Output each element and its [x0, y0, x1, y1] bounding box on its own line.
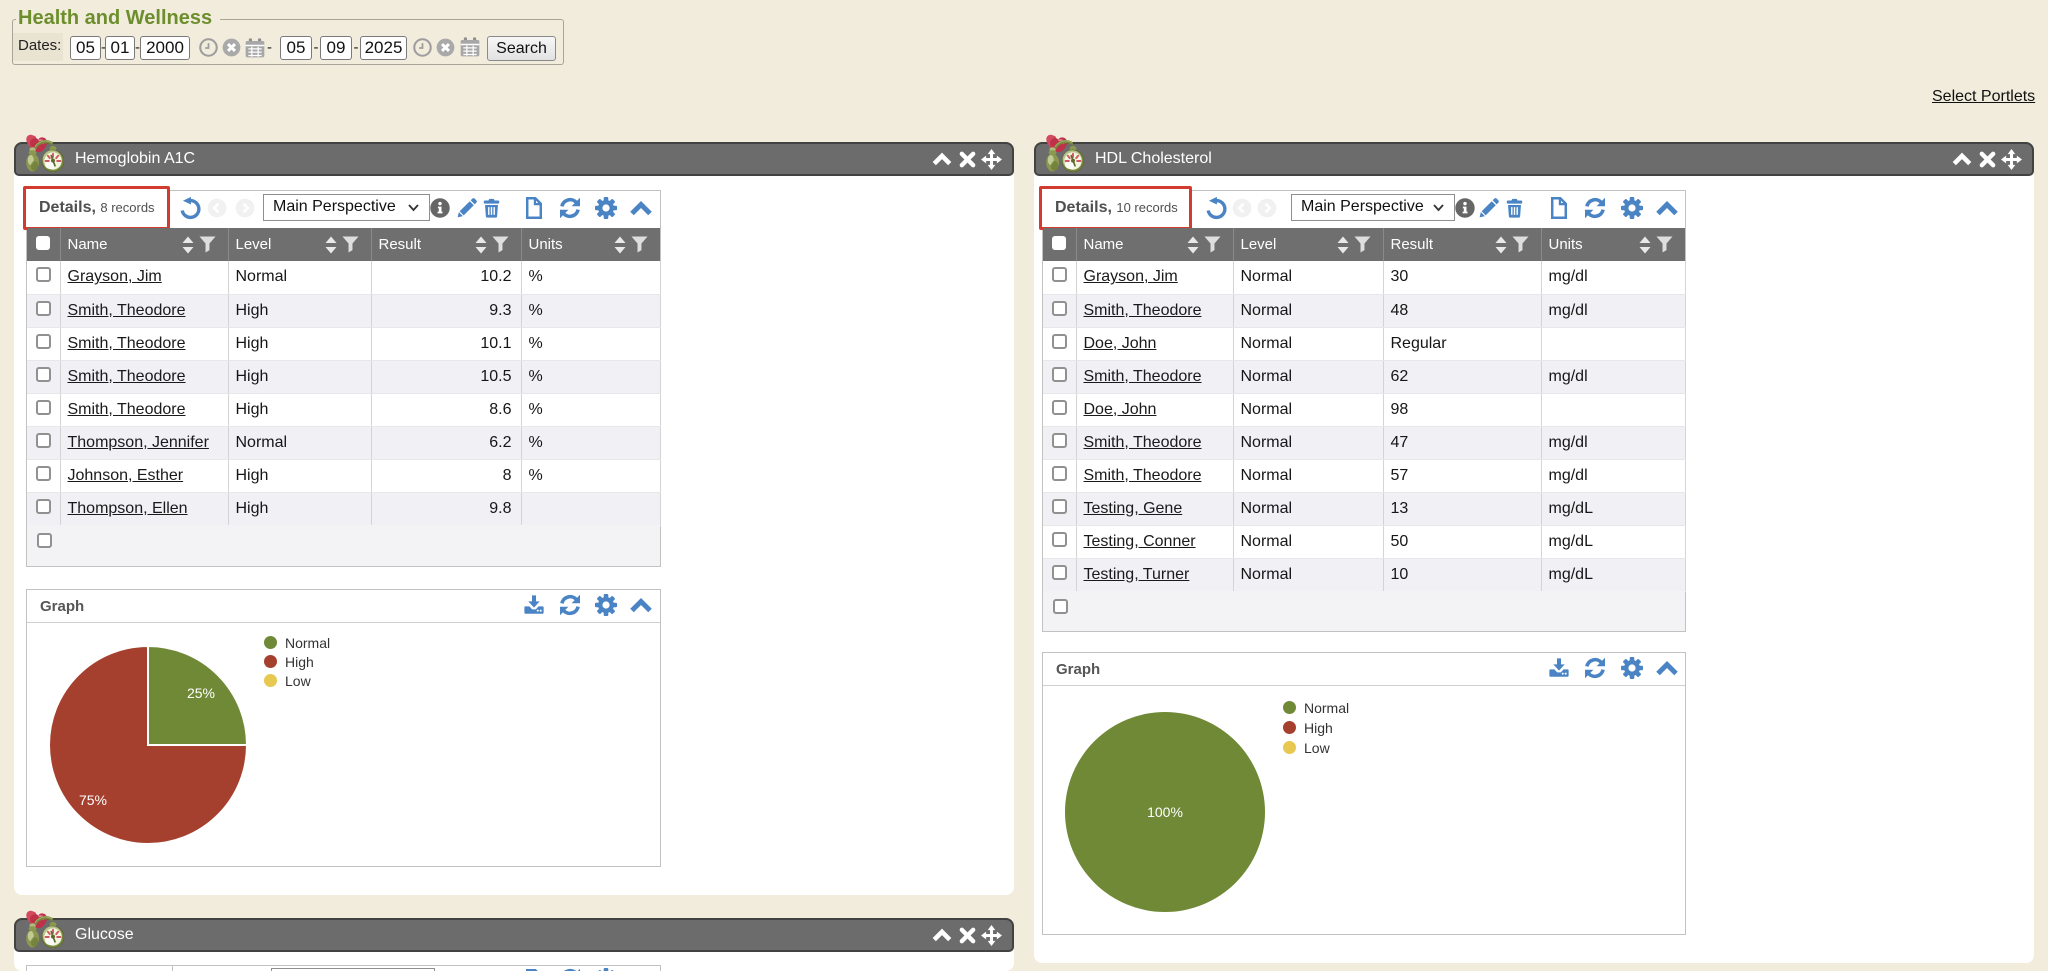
svg-text:75%: 75%	[79, 792, 107, 808]
svg-text:100%: 100%	[1147, 804, 1183, 820]
svg-text:25%: 25%	[187, 685, 215, 701]
